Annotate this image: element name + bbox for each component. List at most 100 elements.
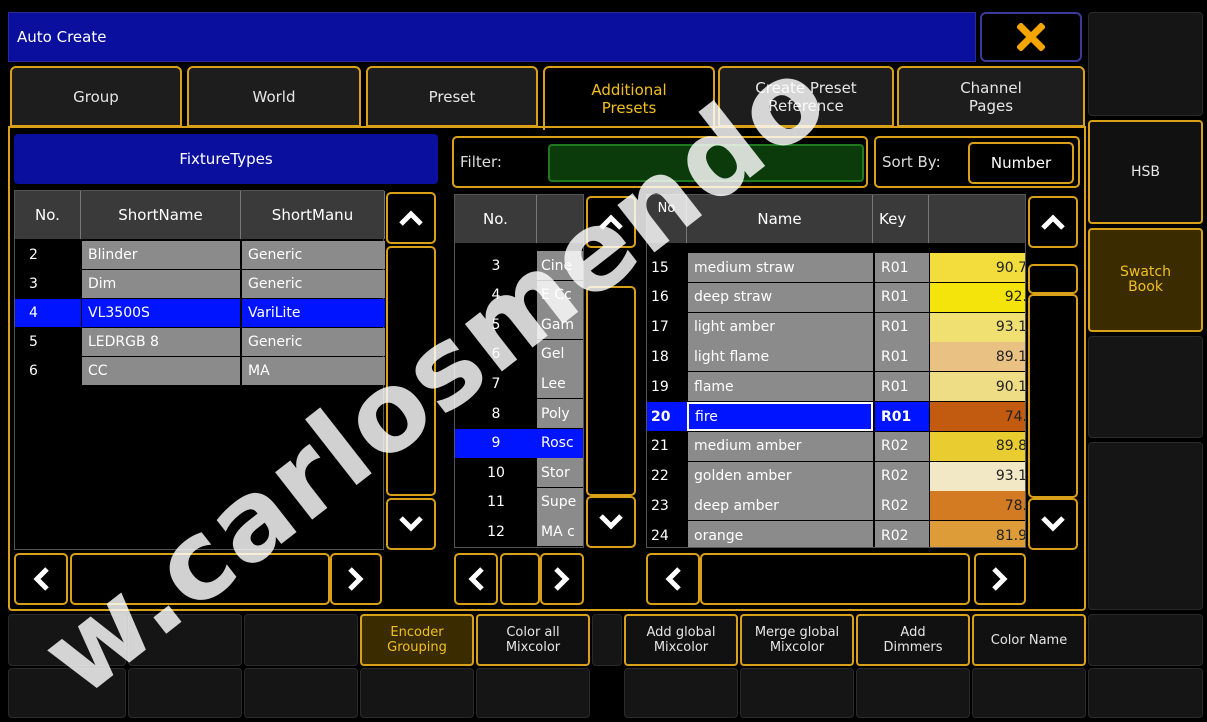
list-item[interactable]: 8 Poly <box>455 399 583 428</box>
cell-key: R02 <box>874 521 929 547</box>
top-right-empty <box>1088 12 1203 116</box>
colors-hscrollbar[interactable] <box>700 553 970 605</box>
list-item[interactable]: 10 Stor <box>455 458 583 488</box>
gel-scroll-right[interactable] <box>540 553 584 605</box>
fixture-scroll-left[interactable] <box>14 553 68 605</box>
colors-scroll-right[interactable] <box>974 553 1026 605</box>
list-item[interactable]: 4E Cc <box>455 280 583 310</box>
colors-scroll-thumb[interactable] <box>1028 264 1078 294</box>
fixture-scroll-down[interactable] <box>386 498 436 550</box>
table-row[interactable]: 24 orange R02 81.9 <box>647 521 1025 547</box>
bottom-empty-3 <box>244 614 358 666</box>
cell-no: 20 <box>647 402 687 431</box>
column-header-shortname[interactable]: ShortName <box>81 191 241 239</box>
colors-scrollbar[interactable] <box>1028 294 1078 498</box>
list-item[interactable]: 3 Cine <box>455 251 583 280</box>
colors-scroll-down[interactable] <box>1028 498 1078 550</box>
merge-global-mixcolor-button[interactable]: Merge global Mixcolor <box>740 614 854 666</box>
gel-scroll-down[interactable] <box>586 496 636 548</box>
cell-no: 11 <box>455 487 537 517</box>
cell-name: light amber <box>687 312 873 342</box>
filter-box: Filter: <box>452 136 868 188</box>
tab-world[interactable]: World <box>187 66 361 127</box>
table-row[interactable]: 5 LEDRGB 8 Generic <box>15 328 385 356</box>
table-row[interactable]: 16 deep straw R01 92. <box>647 282 1025 312</box>
cell-book: Stor <box>537 458 583 488</box>
fixture-scroll-up[interactable] <box>386 192 436 244</box>
column-header-no[interactable]: No. <box>15 191 81 239</box>
column-header-book[interactable] <box>537 195 583 243</box>
table-row[interactable]: 6 CC MA <box>15 357 385 385</box>
cell-no: 6 <box>455 339 537 369</box>
table-row[interactable]: 15 medium straw R01 90.7 <box>647 253 1025 282</box>
list-item[interactable]: 12 MA c <box>455 517 583 547</box>
bottom-empty-5 <box>1088 614 1203 666</box>
add-dimmers-button[interactable]: Add Dimmers <box>856 614 970 666</box>
cell-value: 90.7 <box>929 253 1025 282</box>
bottom-empty-2 <box>128 614 242 666</box>
bottom-empty-9 <box>360 668 474 718</box>
column-header-value[interactable] <box>929 195 1025 243</box>
column-header-key[interactable]: Key <box>873 195 929 243</box>
table-row[interactable]: 22 golden amber R02 93.1 <box>647 461 1025 491</box>
table-row[interactable]: 3 Dim Generic <box>15 270 385 298</box>
cell-no: 17 <box>647 312 687 342</box>
table-row[interactable]: 18 light flame R01 89.1 <box>647 342 1025 372</box>
fixture-scroll-right[interactable] <box>330 553 382 605</box>
color-all-mixcolor-button[interactable]: Color all Mixcolor <box>476 614 590 666</box>
bottom-empty-11 <box>624 668 738 718</box>
table-row[interactable]: 20 fire R01 74. <box>647 402 1025 431</box>
chevron-up-icon <box>399 210 423 226</box>
tab-create-preset-reference[interactable]: Create Preset Reference <box>718 66 894 127</box>
tab-additional-presets[interactable]: Additional Presets <box>543 66 715 130</box>
cell-shortmanu: Generic <box>241 328 385 356</box>
cell-value: 92. <box>929 282 1025 312</box>
fixture-types-table: No. ShortName ShortManu 2 Blinder Generic 3… <box>14 190 385 550</box>
filter-input[interactable] <box>548 144 864 182</box>
list-item[interactable]: 5 Gam <box>455 310 583 340</box>
cell-no: 19 <box>647 372 687 402</box>
cell-no: 21 <box>647 431 687 461</box>
colors-scroll-left[interactable] <box>646 553 700 605</box>
add-global-mixcolor-button[interactable]: Add global Mixcolor <box>624 614 738 666</box>
table-row[interactable]: 17 light amber R01 93.1 <box>647 312 1025 342</box>
column-header-name[interactable]: Name <box>687 195 873 243</box>
colors-scroll-up[interactable] <box>1028 196 1078 248</box>
cell-key: R01 <box>874 402 929 431</box>
hsb-button[interactable]: HSB <box>1088 120 1203 224</box>
cell-key: R01 <box>874 312 929 342</box>
column-header-no[interactable]: No <box>647 195 687 243</box>
tab-channel-pages[interactable]: Channel Pages <box>897 66 1085 127</box>
cell-no: 3 <box>455 251 537 280</box>
gel-scroll-left[interactable] <box>454 553 498 605</box>
encoder-grouping-button[interactable]: Encoder Grouping <box>360 614 474 666</box>
cell-key: R01 <box>874 342 929 372</box>
cell-no: 8 <box>455 399 537 428</box>
table-row[interactable]: 19 flame R01 90.1 <box>647 372 1025 402</box>
color-name-button[interactable]: Color Name <box>972 614 1086 666</box>
table-row[interactable]: 4 VL3500S VariLite <box>15 299 385 327</box>
list-item[interactable]: 6 Gel <box>455 339 583 369</box>
list-item[interactable]: 7 Lee <box>455 369 583 399</box>
gel-scrollbar[interactable] <box>586 286 636 496</box>
close-button[interactable] <box>980 12 1082 62</box>
cell-value: 90.1 <box>929 372 1025 402</box>
table-row[interactable]: 23 deep amber R02 78. <box>647 491 1025 521</box>
swatch-book-button[interactable]: Swatch Book <box>1088 228 1203 332</box>
sort-dropdown[interactable]: Number <box>968 142 1074 184</box>
column-header-no[interactable]: No. <box>455 195 537 243</box>
fixture-scrollbar[interactable] <box>386 246 436 496</box>
tab-preset[interactable]: Preset <box>366 66 538 127</box>
gel-hscrollbar[interactable] <box>500 553 540 605</box>
column-header-shortmanu[interactable]: ShortManu <box>241 191 385 239</box>
table-row[interactable]: 21 medium amber R02 89.8 <box>647 431 1025 461</box>
table-row[interactable]: 2 Blinder Generic <box>15 241 385 269</box>
bottom-empty-4 <box>592 614 622 666</box>
cell-key: R02 <box>874 431 929 461</box>
list-item[interactable]: 11 Supe <box>455 487 583 517</box>
bottom-empty-13 <box>856 668 970 718</box>
fixture-hscrollbar[interactable] <box>70 553 330 605</box>
gel-scroll-up[interactable] <box>586 196 636 248</box>
list-item[interactable]: 9 Rosc <box>455 428 583 458</box>
tab-group[interactable]: Group <box>10 66 182 127</box>
